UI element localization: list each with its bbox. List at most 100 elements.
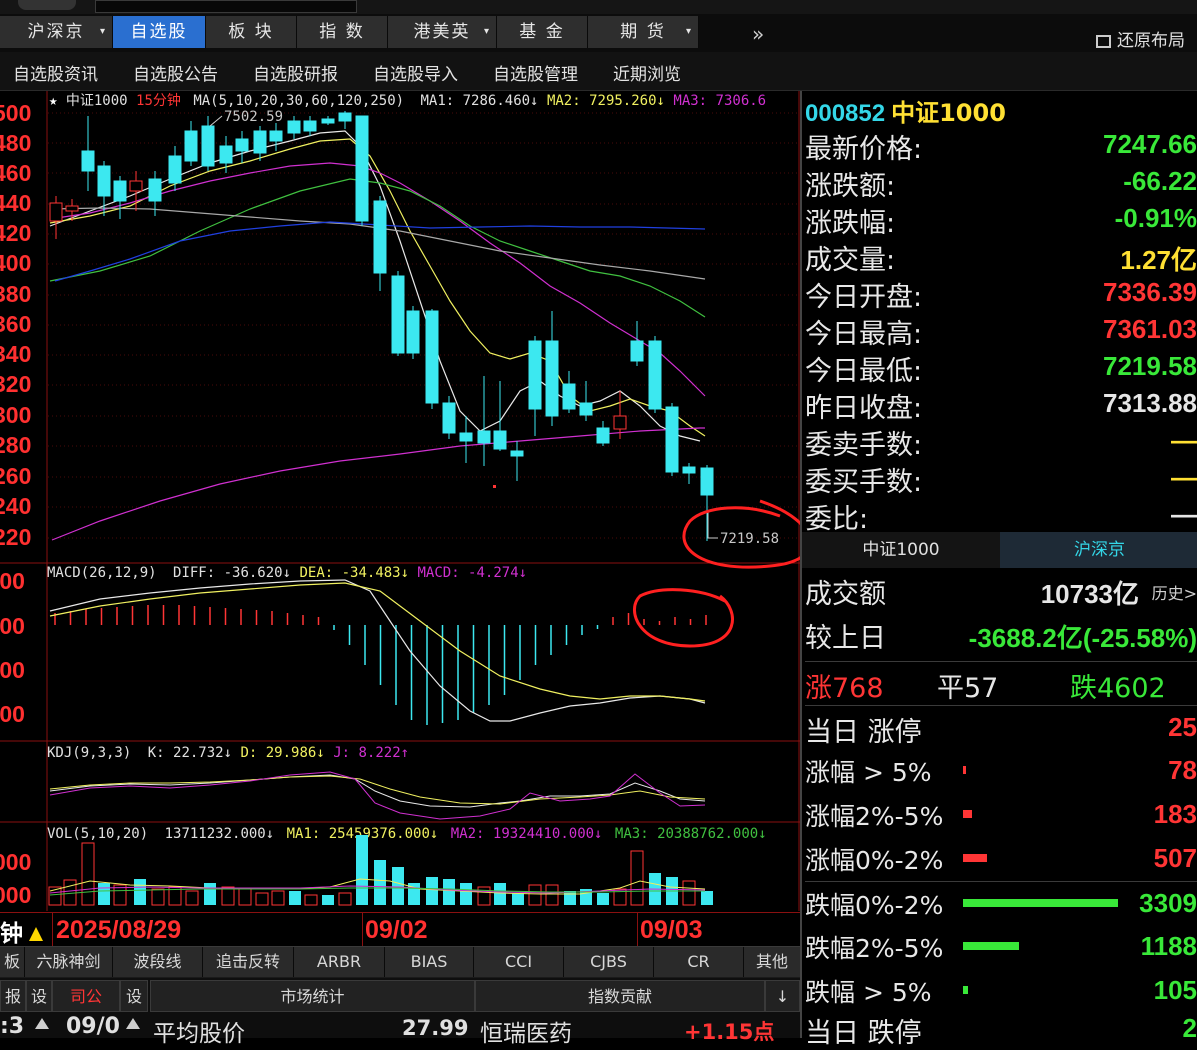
turnover-label: 成交额 bbox=[805, 579, 886, 610]
tab-index-contribution[interactable]: 指数贡献 bbox=[475, 980, 765, 1012]
bottom-bar: 报 设 司公 设 市场统计 指数贡献 ↓ :3 09/0 平均股价 27.99 … bbox=[0, 978, 800, 1047]
quote-value: 7219.58 bbox=[1103, 351, 1197, 381]
ma1-value: MA1: 7286.460↓ bbox=[420, 93, 538, 109]
indicator-tab[interactable]: CJBS bbox=[564, 947, 654, 977]
indicator-tab[interactable]: 其他 bbox=[744, 947, 801, 977]
distribution-row: 涨幅 > 5% 78 bbox=[805, 749, 1197, 787]
window-grip[interactable] bbox=[18, 0, 76, 10]
volume-bar bbox=[443, 879, 455, 905]
subnav-research[interactable]: 自选股研报 bbox=[253, 60, 338, 85]
more-tabs-icon[interactable]: » bbox=[752, 22, 764, 46]
vol-ma3: MA3: 20388762.000↓ bbox=[615, 826, 767, 842]
macd-value: MACD: -4.274↓ bbox=[417, 565, 527, 581]
distribution-value: 183 bbox=[1153, 799, 1197, 829]
price-tick: 420 bbox=[0, 220, 31, 246]
quote-row: 涨跌额: -66.22 bbox=[805, 164, 1197, 202]
avg-price-value: 27.99 bbox=[402, 1016, 469, 1040]
volume-bar bbox=[564, 891, 576, 905]
distribution-row: 跌幅0%-2% 3309 bbox=[805, 881, 1197, 920]
vol-pane bbox=[48, 835, 713, 906]
settings-button-2[interactable]: 设 bbox=[120, 980, 148, 1012]
quote-row: 涨跌幅: -0.91% bbox=[805, 201, 1197, 239]
tab-hk-us-uk[interactable]: 港美英 ▾ bbox=[388, 16, 497, 48]
indicator-tab[interactable]: 板 bbox=[0, 947, 25, 977]
time-value: :3 bbox=[0, 1014, 25, 1039]
tab-index[interactable]: 指 数 bbox=[297, 16, 388, 48]
restore-layout-button[interactable]: 还原布局 bbox=[1096, 26, 1185, 51]
tab-market-stats[interactable]: 市场统计 bbox=[150, 980, 475, 1012]
price-tick: 240 bbox=[0, 493, 31, 519]
quote-label: 昨日收盘: bbox=[805, 393, 923, 424]
candle-body bbox=[630, 340, 644, 362]
candle-body bbox=[269, 130, 283, 142]
quote-value: -66.22 bbox=[1123, 166, 1197, 196]
tab-futures[interactable]: 期 货 ▾ bbox=[588, 16, 699, 48]
date-label: 09/02 bbox=[365, 916, 428, 944]
indicator-tab[interactable]: CR bbox=[654, 947, 744, 977]
tab-hushenjing[interactable]: 沪深京 ▾ bbox=[0, 16, 113, 48]
macd-tick: .00 bbox=[0, 568, 25, 594]
contrib-stock-label: 恒瑞医药 bbox=[480, 1021, 572, 1047]
volume-bar bbox=[185, 890, 199, 906]
volume-bar bbox=[630, 850, 644, 906]
tab-fund[interactable]: 基 金 bbox=[497, 16, 588, 48]
settings-button[interactable]: 设 bbox=[26, 980, 52, 1012]
vs-prev-row: 较上日 -3688.2亿(-25.58%) bbox=[805, 616, 1197, 654]
indicator-tab[interactable]: CCI bbox=[474, 947, 564, 977]
top-tab-bar: 沪深京 ▾ 自选股 板 块 指 数 港美英 ▾ 基 金 期 货 ▾ » 还原布局 bbox=[0, 0, 1197, 52]
ma-line-magenta-long bbox=[51, 427, 705, 541]
subnav-manage[interactable]: 自选股管理 bbox=[493, 60, 578, 85]
tab-csi1000[interactable]: 中证1000 bbox=[802, 532, 1000, 568]
candle-body bbox=[648, 340, 662, 410]
ma-lines bbox=[49, 130, 706, 541]
report-button[interactable]: 报 bbox=[0, 980, 26, 1012]
subnav-announcements[interactable]: 自选股公告 bbox=[133, 60, 218, 85]
company-button[interactable]: 司公 bbox=[52, 980, 120, 1012]
tab-hushenjing-market[interactable]: 沪深京 bbox=[1000, 532, 1197, 568]
kline-chart[interactable]: 500 480 460 440 420 400 380 360 340 320 … bbox=[0, 91, 800, 911]
indicator-tab[interactable]: BIAS bbox=[385, 947, 474, 977]
indicator-tab[interactable]: 六脉神剑 bbox=[25, 947, 113, 977]
price-tick: 260 bbox=[0, 463, 31, 489]
candle-body bbox=[303, 120, 317, 132]
date-label: 2025/08/29 bbox=[56, 916, 182, 944]
quote-row: 最新价格: 7247.66 bbox=[805, 127, 1197, 165]
price-tick: 480 bbox=[0, 130, 31, 156]
vol-value: 13711232.000↓ bbox=[165, 826, 275, 842]
limit-down-row: 当日 跌停 2 bbox=[805, 1011, 1197, 1049]
indicator-tab[interactable]: ARBR bbox=[294, 947, 385, 977]
period-selector[interactable]: 钟 bbox=[0, 914, 43, 948]
scroll-up-icon-2[interactable] bbox=[126, 1018, 140, 1029]
price-axis: 500 480 460 440 420 400 380 360 340 320 … bbox=[0, 100, 31, 908]
tab-watchlist[interactable]: 自选股 bbox=[113, 16, 206, 48]
subnav-recent[interactable]: 近期浏览 bbox=[613, 60, 681, 85]
candle-body bbox=[49, 202, 63, 222]
indicator-tab[interactable]: 追击反转 bbox=[203, 947, 294, 977]
vol-header: VOL(5,10,20) 13711232.000↓ MA1: 25459376… bbox=[47, 826, 767, 842]
date-label: 09/03 bbox=[640, 916, 703, 944]
kdj-d-line bbox=[49, 775, 706, 805]
quote-value: — bbox=[1171, 425, 1197, 455]
volume-bar bbox=[494, 883, 506, 905]
distribution-label: 涨幅 > 5% bbox=[805, 758, 932, 787]
macd-definition: MACD(26,12,9) bbox=[47, 565, 157, 581]
subnav-news[interactable]: 自选股资讯 bbox=[13, 60, 98, 85]
indicator-tabs: 板 六脉神剑 波段线 追击反转 ARBR BIAS CCI CJBS CR 其他 bbox=[0, 946, 801, 979]
chart-period[interactable]: 15分钟 bbox=[136, 92, 181, 109]
tab-sector[interactable]: 板 块 bbox=[206, 16, 297, 48]
quote-label: 委比: bbox=[805, 504, 869, 535]
volume-bar bbox=[98, 883, 110, 905]
period-dropdown-icon[interactable] bbox=[29, 927, 43, 941]
subnav-import[interactable]: 自选股导入 bbox=[373, 60, 458, 85]
history-link[interactable]: 历史> bbox=[1152, 580, 1197, 604]
candle-body bbox=[148, 178, 162, 202]
quote-value: — bbox=[1171, 499, 1197, 529]
favorite-star-icon[interactable]: ★ bbox=[49, 93, 58, 109]
indicator-tab[interactable]: 波段线 bbox=[113, 947, 203, 977]
quick-search-box[interactable] bbox=[95, 0, 357, 13]
candle-body bbox=[81, 150, 95, 172]
price-tick: 460 bbox=[0, 160, 31, 186]
scroll-up-icon[interactable] bbox=[35, 1018, 49, 1029]
macd-tick: .00 bbox=[0, 657, 25, 683]
expand-down-icon[interactable]: ↓ bbox=[765, 980, 800, 1012]
